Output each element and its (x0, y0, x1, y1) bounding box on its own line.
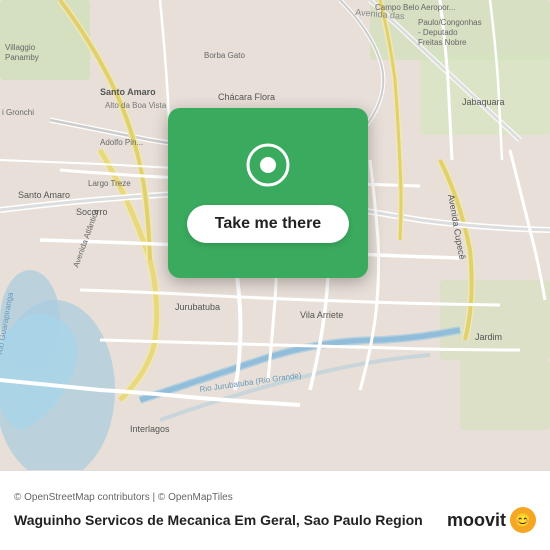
svg-text:Interlagos: Interlagos (130, 424, 170, 434)
svg-text:Jabaquara: Jabaquara (462, 97, 505, 107)
moovit-label: moovit (447, 510, 506, 531)
svg-text:Jurubatuba: Jurubatuba (175, 302, 220, 312)
svg-text:Chácara Flora: Chácara Flora (218, 92, 275, 102)
take-me-there-button[interactable]: Take me there (187, 205, 349, 243)
svg-text:Santo Amaro: Santo Amaro (18, 190, 70, 200)
svg-text:Adolfo Pin...: Adolfo Pin... (100, 138, 143, 147)
svg-text:Villaggio: Villaggio (5, 43, 36, 52)
svg-text:i Gronchi: i Gronchi (2, 108, 34, 117)
place-name: Waguinho Servicos de Mecanica Em Geral, … (14, 511, 439, 529)
map: Avenida das Villaggio Panamby i Gronchi … (0, 0, 550, 490)
svg-text:Alto da Boa Vista: Alto da Boa Vista (105, 101, 167, 110)
svg-text:Freitas Nobre: Freitas Nobre (418, 38, 467, 47)
location-card: Take me there (168, 108, 368, 278)
svg-text:Jardim: Jardim (475, 332, 502, 342)
moovit-logo: moovit 😊 (447, 507, 536, 533)
svg-text:Campo Belo Aeropor...: Campo Belo Aeropor... (375, 3, 456, 12)
map-attribution: © OpenStreetMap contributors | © OpenMap… (14, 492, 536, 503)
svg-text:Vila Arriete: Vila Arriete (300, 310, 343, 320)
svg-text:Panamby: Panamby (5, 53, 39, 62)
svg-text:Paulo/Congonhas: Paulo/Congonhas (418, 18, 482, 27)
svg-text:Borba Gato: Borba Gato (204, 51, 245, 60)
bottom-bar: © OpenStreetMap contributors | © OpenMap… (0, 470, 550, 550)
svg-text:Santo Amaro: Santo Amaro (100, 87, 156, 97)
place-info-row: Waguinho Servicos de Mecanica Em Geral, … (14, 507, 536, 533)
moovit-emoji-icon: 😊 (510, 507, 536, 533)
svg-text:Largo Treze: Largo Treze (88, 179, 131, 188)
svg-text:- Deputado: - Deputado (418, 28, 458, 37)
location-pin-icon (246, 143, 290, 187)
svg-text:Socorro: Socorro (76, 207, 108, 217)
